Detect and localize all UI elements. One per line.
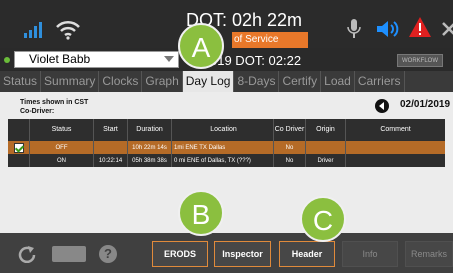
erods-button[interactable]: ERODS (152, 241, 208, 267)
callout-b: B (178, 190, 224, 236)
table-row[interactable]: OFF 10h 22m 14s 1mi ENE TX Dallas No (8, 141, 445, 154)
table-cell: OFF (30, 141, 94, 154)
day-log-panel: Times shown in CST Co-Driver: 02/01/2019… (0, 92, 453, 233)
column-header: Co Driver (274, 119, 306, 141)
column-header: Status (30, 119, 94, 141)
microphone-icon[interactable] (347, 18, 361, 40)
table-cell: Driver (306, 154, 346, 167)
inspector-button[interactable]: Inspector (214, 241, 271, 267)
row-checkbox[interactable] (8, 154, 30, 167)
table-cell: 10:22:14 (94, 154, 128, 167)
status-bar: DOT: 02h 22m of Service (0, 0, 453, 48)
column-header: Location (172, 119, 274, 141)
workflow-button[interactable]: WORKFLOW (397, 54, 443, 67)
column-header (8, 119, 30, 141)
table-row[interactable]: ON 10:22:14 05h 38m 38s 0 mi ENE of Dall… (8, 154, 445, 167)
driver-date-dot-text: 019 DOT: 02:22 (210, 53, 302, 68)
table-cell (346, 141, 445, 154)
tab-bar: Status Summary Clocks Graph Day Log 8-Da… (0, 71, 453, 92)
driver-status-dot (4, 57, 10, 63)
wifi-icon (56, 20, 80, 40)
table-cell: ON (30, 154, 94, 167)
table-cell: No (274, 154, 306, 167)
co-driver-label: Co-Driver: (20, 108, 55, 115)
driver-name: Violet Babb (29, 52, 91, 66)
time-info: Times shown in CST Co-Driver: (20, 98, 88, 116)
tab-clocks[interactable]: Clocks (99, 71, 143, 92)
close-icon[interactable] (441, 18, 453, 40)
keyboard-icon[interactable] (52, 246, 86, 262)
table-cell: 1mi ENE TX Dallas (172, 141, 274, 154)
table-cell (346, 154, 445, 167)
help-button[interactable]: ? (99, 245, 117, 263)
remarks-button[interactable]: Remarks (405, 241, 453, 267)
row-checkbox[interactable] (8, 141, 30, 154)
tab-certify[interactable]: Certify (279, 71, 322, 92)
column-header: Comment (380, 126, 411, 133)
tab-8-days[interactable]: 8-Days (234, 71, 280, 92)
header-button[interactable]: Header (279, 241, 335, 267)
table-cell: No (274, 141, 306, 154)
column-header: Origin (306, 119, 346, 141)
callout-a: A (178, 23, 224, 69)
out-of-service-badge: of Service (232, 32, 308, 48)
speaker-icon[interactable] (375, 18, 399, 40)
table-cell: 10h 22m 14s (128, 141, 172, 154)
table-cell (306, 141, 346, 154)
bottom-toolbar: ? ERODS Inspector Header Info Remarks (0, 233, 453, 273)
signal-icon (24, 22, 42, 38)
column-header: Start (94, 119, 128, 141)
checkmark-icon (13, 142, 24, 153)
refresh-icon[interactable] (18, 245, 36, 263)
driver-select[interactable]: Violet Babb (14, 51, 179, 68)
info-button[interactable]: Info (342, 241, 398, 267)
table-cell: 0 mi ENE of Dallas, TX (???) (172, 154, 274, 167)
callout-c: C (300, 196, 346, 242)
column-header: Duration (128, 119, 172, 141)
tab-summary[interactable]: Summary (41, 71, 100, 92)
day-log-table: Status Start Duration Location Co Driver… (8, 119, 445, 167)
tab-status[interactable]: Status (0, 71, 42, 92)
timezone-label: Times shown in CST (20, 99, 89, 106)
chevron-down-icon (164, 56, 174, 62)
tab-graph[interactable]: Graph (142, 71, 183, 92)
table-empty-area (8, 167, 445, 233)
warning-icon[interactable] (408, 16, 432, 38)
previous-day-icon[interactable] (375, 99, 389, 113)
table-header: Status Start Duration Location Co Driver… (8, 119, 445, 141)
driver-row: Violet Babb 019 DOT: 02:22 (0, 48, 453, 70)
tab-carriers[interactable]: Carriers (355, 71, 405, 92)
log-date: 02/01/2019 (400, 99, 451, 110)
tab-load[interactable]: Load (321, 71, 355, 92)
tab-day-log[interactable]: Day Log (182, 71, 235, 92)
table-cell (94, 141, 128, 154)
table-cell: 05h 38m 38s (128, 154, 172, 167)
